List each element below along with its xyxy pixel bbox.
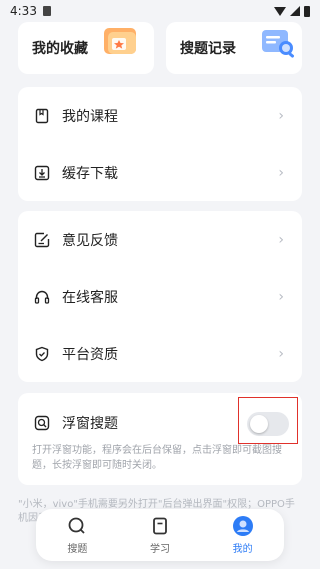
menu-item-downloads[interactable]: 缓存下载 › [18,144,302,201]
menu-item-label: 缓存下载 [62,165,118,182]
search-history-label: 搜题记录 [180,41,236,57]
menu-item-my-courses[interactable]: 我的课程 › [18,87,302,144]
chevron-right-icon: › [278,288,284,305]
tab-profile[interactable]: 我的 [213,515,273,555]
tab-search[interactable]: 搜题 [47,515,107,555]
wifi-icon [274,6,286,16]
study-icon [149,515,171,537]
tab-study[interactable]: 学习 [130,515,190,555]
toggle-highlight-box [238,397,298,444]
profile-icon [232,515,254,537]
floating-search-icon [32,413,52,433]
status-time: 4:33 [10,4,37,18]
floating-search-label: 浮窗搜题 [62,416,118,432]
favorites-label: 我的收藏 [32,41,88,57]
folder-star-icon [104,28,136,54]
status-bar: 4:33 [0,0,320,22]
menu-group-courses: 我的课程 › 缓存下载 › [18,87,302,201]
menu-item-feedback[interactable]: 意见反馈 › [18,211,302,268]
favorites-card[interactable]: 我的收藏 [18,22,154,74]
chevron-right-icon: › [278,164,284,181]
chevron-right-icon: › [278,231,284,248]
chevron-right-icon: › [278,345,284,362]
signal-icon [290,6,300,16]
tab-label: 学习 [149,544,170,555]
search-icon [66,515,88,537]
search-history-card[interactable]: 搜题记录 [166,22,302,74]
menu-item-qualifications[interactable]: 平台资质 › [18,325,302,382]
feedback-icon [32,230,52,250]
menu-item-label: 在线客服 [62,289,118,306]
tab-label: 搜题 [67,544,88,555]
tab-label: 我的 [232,544,253,555]
menu-item-customer-service[interactable]: 在线客服 › [18,268,302,325]
chevron-right-icon: › [278,107,284,124]
battery-icon [304,5,310,17]
download-icon [32,163,52,183]
search-record-icon [262,30,294,58]
menu-group-support: 意见反馈 › 在线客服 › 平台资质 › [18,211,302,382]
menu-item-label: 我的课程 [62,108,118,125]
book-icon [32,106,52,126]
sim-card-icon [42,6,51,16]
menu-item-label: 意见反馈 [62,232,118,249]
bottom-tabbar: 搜题 学习 我的 [36,509,284,561]
shield-icon [32,344,52,364]
top-cards: 我的收藏 搜题记录 [18,22,302,74]
menu-item-label: 平台资质 [62,346,118,363]
headset-icon [32,287,52,307]
